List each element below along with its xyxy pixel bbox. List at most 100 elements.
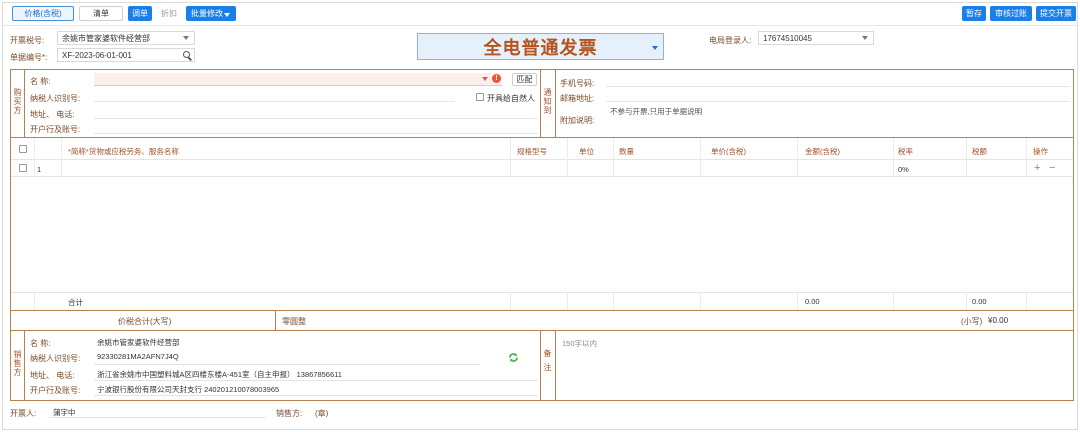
batch-edit-label: 批量修改 bbox=[191, 9, 223, 18]
caret-down-icon bbox=[652, 46, 658, 50]
adjust-button[interactable]: 调单 bbox=[128, 6, 152, 21]
grand-total-bottom bbox=[10, 330, 1074, 331]
submit-invoice-button[interactable]: 提交开票 bbox=[1036, 6, 1076, 21]
row-goods-input[interactable] bbox=[62, 161, 510, 175]
buyer-taxid-label: 纳税人识别号: bbox=[30, 94, 81, 103]
total-label: 合计 bbox=[68, 298, 83, 307]
natural-person-label: 开具给自然人 bbox=[487, 94, 535, 103]
list-button[interactable]: 清单 bbox=[79, 6, 123, 21]
doc-no-input[interactable]: XF-2023-06-01-001 bbox=[57, 48, 195, 62]
caret-down-icon bbox=[224, 13, 230, 17]
login-select[interactable]: 17674510045 bbox=[758, 31, 874, 45]
buyer-label-divider bbox=[24, 69, 25, 137]
tax-no-label: 开票税号: bbox=[10, 36, 45, 45]
remove-row-icon[interactable]: − bbox=[1049, 162, 1055, 174]
col-divider bbox=[893, 138, 894, 176]
buyer-taxid-input[interactable] bbox=[94, 89, 455, 102]
seller-addr-label: 地址、 电话: bbox=[30, 371, 75, 380]
buyer-name-input[interactable]: ! bbox=[94, 73, 502, 86]
seller-remark-input[interactable] bbox=[558, 333, 1072, 399]
notify-section-label: 通知到 bbox=[543, 88, 552, 115]
caret-down-icon bbox=[482, 77, 488, 81]
invoice-type-title: 全电普通发票 bbox=[483, 37, 598, 58]
col-divider bbox=[700, 138, 701, 176]
col-header-quantity: 数量 bbox=[619, 147, 634, 156]
invoice-type-select[interactable]: 全电普通发票 bbox=[417, 33, 664, 60]
tax-no-select[interactable]: 余姚市管家婆软件经营部 bbox=[57, 31, 195, 45]
grand-total-divider bbox=[275, 310, 276, 330]
discount-button[interactable]: 折扣 bbox=[156, 6, 182, 21]
save-draft-button[interactable]: 暂存 bbox=[962, 6, 986, 21]
match-button[interactable]: 匹配 bbox=[512, 73, 537, 86]
buyer-bank-label: 开户行及账号: bbox=[30, 125, 81, 134]
phone-label: 手机号码: bbox=[560, 79, 595, 88]
col-header-amount: 金额(含税) bbox=[805, 147, 840, 156]
login-label: 电局登录人: bbox=[709, 36, 752, 45]
toolbar-divider bbox=[3, 25, 1077, 26]
grand-total-small-value: ¥0.00 bbox=[988, 316, 1009, 325]
total-divider bbox=[700, 292, 701, 310]
grand-total-words: 零圆整 bbox=[282, 317, 306, 326]
row-index: 1 bbox=[37, 165, 42, 174]
price-tax-incl-button[interactable]: 价格(含税) bbox=[12, 6, 74, 21]
buyer-name-label: 名 称: bbox=[30, 77, 51, 86]
col-divider bbox=[613, 138, 614, 176]
phone-input[interactable] bbox=[606, 74, 1070, 87]
seller-row-line bbox=[94, 364, 480, 365]
remark-hint: 不参与开票,只用于单据说明 bbox=[610, 107, 703, 116]
total-divider bbox=[893, 292, 894, 310]
seller-remark-label: 备注 bbox=[543, 349, 552, 377]
buyer-notify-divider bbox=[540, 69, 541, 137]
seller-bank-value[interactable]: 宁波银行股份有限公司天封支行 240201210078003965 bbox=[97, 384, 279, 395]
buyer-bank-input[interactable] bbox=[94, 121, 538, 134]
grand-total-label: 价税合计(大写) bbox=[118, 317, 172, 326]
col-header-tax-amount: 税额 bbox=[972, 147, 987, 156]
buyer-addr-input[interactable] bbox=[94, 106, 538, 119]
issuer-input[interactable] bbox=[49, 405, 265, 418]
login-value: 17674510045 bbox=[763, 33, 812, 43]
seller-label-divider bbox=[24, 330, 25, 401]
natural-person-checkbox[interactable] bbox=[476, 93, 484, 101]
batch-edit-button[interactable]: 批量修改 bbox=[186, 6, 236, 21]
row-checkbox[interactable] bbox=[19, 164, 27, 172]
total-divider bbox=[613, 292, 614, 310]
issuer-label: 开票人: bbox=[10, 409, 37, 418]
total-divider bbox=[567, 292, 568, 310]
seller-taxid-value[interactable]: 92330281MA2AFN7J4Q bbox=[97, 352, 179, 361]
remark-label: 附加说明: bbox=[560, 116, 595, 125]
total-tax: 0.00 bbox=[972, 297, 987, 306]
email-input[interactable] bbox=[606, 89, 1070, 102]
total-divider bbox=[1026, 292, 1027, 310]
add-row-icon[interactable]: + bbox=[1034, 162, 1040, 174]
remark-label-divider bbox=[555, 330, 556, 401]
issuer-value: 蒲宇中 bbox=[53, 408, 76, 417]
col-divider bbox=[34, 138, 35, 176]
col-header-unit-price: 单价(含税) bbox=[711, 147, 746, 156]
seller-row-line bbox=[94, 395, 538, 396]
refresh-icon[interactable] bbox=[508, 352, 519, 363]
seller-addr-value[interactable]: 浙江省余姚市中国塑料城A区四楼东楼A-451室（自主申报） 1386785661… bbox=[97, 369, 342, 380]
review-post-button[interactable]: 审核过账 bbox=[990, 6, 1032, 21]
col-divider bbox=[1026, 138, 1027, 176]
col-header-goods: *简称*货物或应税劳务、服务名称 bbox=[68, 147, 179, 156]
col-divider bbox=[567, 138, 568, 176]
seller-remark-divider bbox=[540, 330, 541, 401]
seller-stamp-label: 销售方: bbox=[276, 409, 303, 418]
total-divider bbox=[966, 292, 967, 310]
seller-name-value[interactable]: 余姚市管家婆软件经营部 bbox=[97, 337, 180, 348]
caret-down-icon bbox=[862, 36, 868, 40]
total-divider bbox=[34, 292, 35, 310]
select-all-checkbox[interactable] bbox=[19, 145, 27, 153]
doc-no-value: XF-2023-06-01-001 bbox=[62, 50, 132, 60]
buyer-addr-label: 地址、 电话: bbox=[30, 110, 75, 119]
grand-total-small-label: (小写) bbox=[961, 317, 983, 326]
col-header-spec: 规格型号 bbox=[517, 147, 547, 156]
doc-no-label: 单据编号*: bbox=[10, 53, 48, 62]
total-divider bbox=[797, 292, 798, 310]
email-label: 邮箱地址: bbox=[560, 94, 595, 103]
seller-taxid-label: 纳税人识别号: bbox=[30, 354, 81, 363]
table-row-bottom bbox=[11, 176, 1073, 177]
notify-label-divider bbox=[555, 69, 556, 137]
buyer-section-label: 购买方 bbox=[13, 88, 22, 115]
row-tax-rate[interactable]: 0% bbox=[898, 165, 909, 174]
